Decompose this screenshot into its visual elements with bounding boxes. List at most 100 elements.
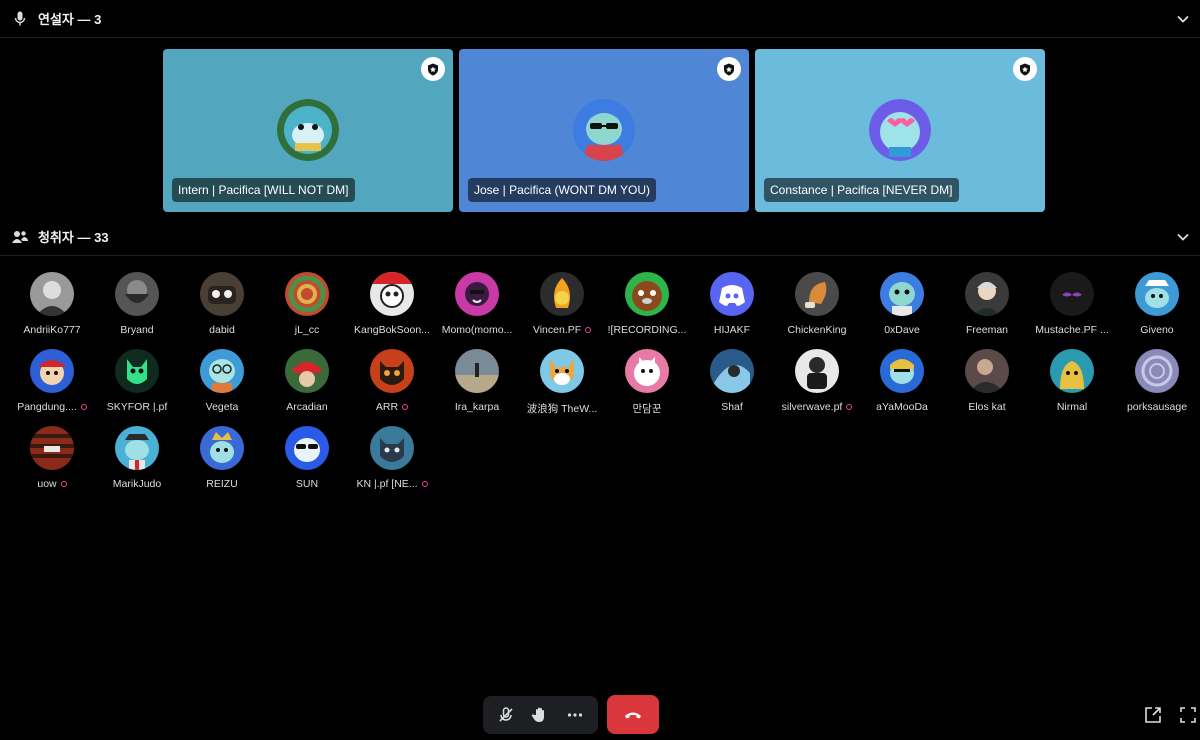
audience-member[interactable]: Giveno (1114, 272, 1200, 342)
avatar (880, 349, 924, 393)
raise-hand-button[interactable] (525, 700, 555, 730)
avatar (30, 349, 74, 393)
audience-name: dabid (209, 324, 235, 336)
audience-member[interactable]: HIJAKF (689, 272, 775, 342)
audience-member[interactable]: SKYFOR |.pf (94, 349, 180, 419)
avatar (200, 272, 244, 316)
audience-member[interactable]: Elos kat (944, 349, 1030, 419)
audience-member[interactable]: silverwave.pf (774, 349, 860, 419)
chevron-down-icon[interactable] (1176, 12, 1190, 26)
avatar (115, 426, 159, 470)
audience-member[interactable]: MarikJudo (94, 426, 180, 496)
leave-stage-button[interactable] (607, 695, 659, 734)
avatar (1050, 272, 1094, 316)
audience-name: Shaf (721, 401, 743, 413)
audience-member[interactable]: ![RECORDING... (604, 272, 690, 342)
audience-member[interactable]: dabid (179, 272, 265, 342)
nitro-badge-icon (585, 327, 592, 334)
audience-member[interactable]: Momo(momo... (434, 272, 520, 342)
moderator-badge-icon (717, 57, 741, 81)
audience-title: 청취자 — 33 (38, 230, 109, 245)
speaker-avatar (869, 99, 931, 161)
audience-member[interactable]: KN |.pf [NE... (349, 426, 435, 496)
audience-name: ChickenKing (787, 324, 847, 336)
audience-member[interactable]: Bryand (94, 272, 180, 342)
hand-icon (532, 707, 545, 722)
stage-controls (483, 696, 598, 734)
audience-member[interactable]: porksausage (1114, 349, 1200, 419)
audience-name: Nirmal (1056, 401, 1088, 413)
avatar (1135, 272, 1179, 316)
avatar (540, 349, 584, 393)
avatar (880, 272, 924, 316)
avatar (795, 272, 839, 316)
avatar (965, 272, 1009, 316)
audience-member[interactable]: KangBokSoon... (349, 272, 435, 342)
mute-toggle-button[interactable] (491, 700, 521, 730)
speaker-card[interactable]: Intern | Pacifica [WILL NOT DM] (163, 49, 453, 212)
audience-member[interactable]: jL_cc (264, 272, 350, 342)
avatar (30, 426, 74, 470)
speaker-card[interactable]: Constance | Pacifica [NEVER DM] (755, 49, 1045, 212)
fullscreen-button[interactable] (1178, 705, 1198, 725)
audience-member[interactable]: SUN (264, 426, 350, 496)
nitro-badge-icon (421, 481, 428, 488)
audience-member[interactable]: aYaMooDa (859, 349, 945, 419)
audience-member[interactable]: Vegeta (179, 349, 265, 419)
audience-member[interactable]: AndriiKo777 (9, 272, 95, 342)
avatar (370, 272, 414, 316)
speaker-name: Jose | Pacifica (WONT DM YOU) (468, 178, 657, 202)
audience-name: Bryand (120, 324, 154, 336)
audience-icon (12, 229, 28, 245)
mic-off-icon (499, 707, 513, 722)
audience-name: AndriiKo777 (23, 324, 81, 336)
more-options-button[interactable] (560, 700, 590, 730)
audience-section-header[interactable]: 청취자 — 33 (0, 218, 1200, 256)
audience-name: Giveno (1140, 324, 1174, 336)
chevron-down-icon[interactable] (1176, 230, 1190, 244)
audience-member[interactable]: 0xDave (859, 272, 945, 342)
popout-button[interactable] (1143, 705, 1163, 725)
audience-name: REIZU (206, 478, 238, 490)
audience-name: 0xDave (884, 324, 920, 336)
nitro-badge-icon (402, 404, 409, 411)
audience-member[interactable]: Vincen.PF (519, 272, 605, 342)
avatar (200, 426, 244, 470)
audience-name: MarikJudo (112, 478, 162, 490)
speaker-name: Constance | Pacifica [NEVER DM] (764, 178, 959, 202)
avatar (370, 349, 414, 393)
avatar (795, 349, 839, 393)
audience-name: ![RECORDING... (607, 324, 687, 336)
audience-name: Elos kat (968, 401, 1006, 413)
audience-member[interactable]: uow (9, 426, 95, 496)
audience-member[interactable]: Ira_karpa (434, 349, 520, 419)
moderator-badge-icon (1013, 57, 1037, 81)
avatar (455, 272, 499, 316)
audience-member[interactable]: Shaf (689, 349, 775, 419)
audience-member[interactable]: Freeman (944, 272, 1030, 342)
popout-icon (1145, 707, 1161, 723)
audience-member[interactable]: REIZU (179, 426, 265, 496)
audience-name: Vegeta (205, 401, 239, 413)
audience-member[interactable]: 만담꾼 (604, 349, 690, 419)
avatar (285, 426, 329, 470)
speakers-section-header[interactable]: 연설자 — 3 (0, 0, 1200, 38)
audience-name: Mustache.PF ... (1035, 324, 1109, 336)
speaker-card[interactable]: Jose | Pacifica (WONT DM YOU) (459, 49, 749, 212)
microphone-icon (12, 11, 28, 27)
avatar (625, 349, 669, 393)
audience-member[interactable]: Nirmal (1029, 349, 1115, 419)
speakers-title: 연설자 — 3 (38, 12, 102, 27)
audience-member[interactable]: ChickenKing (774, 272, 860, 342)
avatar (285, 349, 329, 393)
audience-member[interactable]: Mustache.PF ... (1029, 272, 1115, 342)
audience-name: aYaMooDa (876, 401, 928, 413)
audience-member[interactable]: ARR (349, 349, 435, 419)
audience-name: KN |.pf [NE... (349, 478, 435, 490)
audience-member[interactable]: 波浪狗 TheW... (519, 349, 605, 419)
audience-member[interactable]: Pangdung.... (9, 349, 95, 419)
phone-hangup-icon (625, 712, 641, 718)
moderator-badge-icon (421, 57, 445, 81)
audience-name: porksausage (1126, 401, 1188, 413)
audience-member[interactable]: Arcadian (264, 349, 350, 419)
